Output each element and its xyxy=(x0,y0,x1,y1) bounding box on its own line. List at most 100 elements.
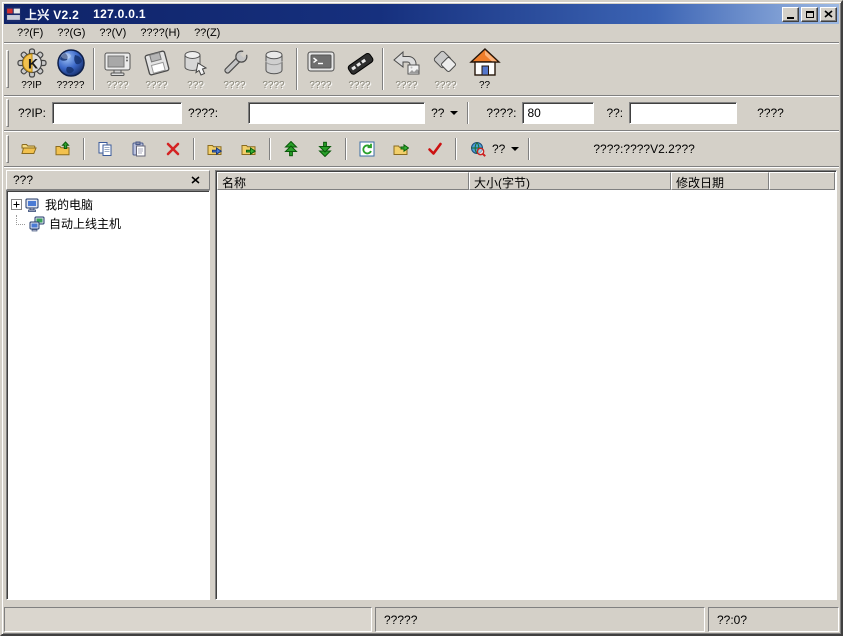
online-hosts-icon xyxy=(29,216,45,231)
file-toolbar: ?? ????:????V2.2??? xyxy=(4,131,839,167)
toolbar-label: ??IP xyxy=(21,80,42,91)
send-to-folder-button[interactable] xyxy=(202,137,228,161)
confirm-check-icon xyxy=(428,142,442,155)
terminal-button[interactable]: ???? xyxy=(301,46,340,92)
toolbar-grip[interactable] xyxy=(6,99,9,127)
sidebar-title: ??? xyxy=(13,173,34,187)
toolbar-separator xyxy=(467,102,470,124)
file-list-panel: 名称 大小(字节) 修改日期 xyxy=(215,170,837,600)
home-button[interactable]: ?? xyxy=(465,46,504,92)
menu-help[interactable]: ????(H) xyxy=(133,25,187,41)
my-computer-icon xyxy=(25,198,39,212)
password-input[interactable] xyxy=(629,102,738,124)
toolbar-label: ???? xyxy=(106,80,129,91)
download-button[interactable] xyxy=(312,137,338,161)
folder-go-icon xyxy=(241,144,257,155)
toolbar-label: ??? xyxy=(187,80,204,91)
progress-panel xyxy=(4,607,372,632)
home-icon xyxy=(468,48,501,76)
storage-arrow-icon xyxy=(184,51,207,76)
delete-button[interactable] xyxy=(160,137,186,161)
settings-button[interactable]: ???? xyxy=(215,46,254,92)
open-folder-button[interactable] xyxy=(16,137,42,161)
app-icon xyxy=(6,6,21,22)
folder-export-icon xyxy=(393,143,409,155)
menu-file[interactable]: ??(F) xyxy=(10,25,50,41)
paste-icon xyxy=(132,141,146,156)
connect-dropdown-button[interactable]: ?? xyxy=(425,104,464,122)
column-header-filler[interactable] xyxy=(769,172,835,190)
refresh-button[interactable] xyxy=(354,137,380,161)
toolbar-grip[interactable] xyxy=(6,49,9,89)
menu-about[interactable]: ??(Z) xyxy=(187,25,227,41)
upload-arrows-icon xyxy=(284,140,298,156)
menu-tools[interactable]: ??(G) xyxy=(50,25,92,41)
scan-hosts-button[interactable]: ????? xyxy=(51,46,90,92)
upload-button[interactable] xyxy=(278,137,304,161)
toolbar-separator xyxy=(528,137,531,160)
address-bar: ??IP: ????: ?? ????: ??: ???? xyxy=(4,96,839,131)
minimize-icon xyxy=(787,16,794,19)
diamonds-icon xyxy=(433,50,456,72)
sidebar-header: ??? xyxy=(6,170,210,190)
window-title-host: 127.0.0.1 xyxy=(93,7,146,21)
column-header-size[interactable]: 大小(字节) xyxy=(469,172,671,190)
chevron-down-icon xyxy=(511,146,520,151)
database-button[interactable]: ???? xyxy=(254,46,293,92)
title-bar[interactable]: 上兴 V2.2 127.0.0.1 xyxy=(4,4,839,24)
copy-button[interactable] xyxy=(92,137,118,161)
menu-view[interactable]: ??(V) xyxy=(92,25,133,41)
tree-item-online-hosts[interactable]: 自动上线主机 xyxy=(9,214,207,233)
paste-button[interactable] xyxy=(126,137,152,161)
confirm-button[interactable] xyxy=(422,137,448,161)
expand-plus-icon[interactable] xyxy=(11,199,22,210)
status-bar: ????? ??:0? xyxy=(4,604,839,632)
delete-icon xyxy=(166,142,180,155)
toolbar-separator xyxy=(345,137,347,160)
sidebar-close-button[interactable] xyxy=(187,173,203,187)
export-folder-button[interactable] xyxy=(388,137,414,161)
port-label: ????: xyxy=(486,106,517,120)
database-icon xyxy=(265,50,282,75)
toolbar-label: ???? xyxy=(434,80,457,91)
close-icon xyxy=(824,10,833,18)
file-manager-button[interactable]: ???? xyxy=(137,46,176,92)
web-search-dropdown-button[interactable]: ?? xyxy=(464,139,525,159)
connect-ip-button[interactable]: K ??IP xyxy=(12,46,51,92)
tree-item-label: 我的电脑 xyxy=(45,198,94,212)
remote-path-input[interactable] xyxy=(248,102,426,124)
storage-button[interactable]: ??? xyxy=(176,46,215,92)
terminal-icon xyxy=(307,51,334,72)
toolbar-label: ???? xyxy=(262,80,285,91)
column-header-name[interactable]: 名称 xyxy=(217,172,469,190)
close-button[interactable] xyxy=(820,6,837,22)
folder-send-icon xyxy=(207,144,223,155)
screen-view-button[interactable]: ???? xyxy=(98,46,137,92)
floppy-icon xyxy=(144,50,169,76)
port-input[interactable] xyxy=(522,102,595,124)
goto-button[interactable]: ???? xyxy=(757,106,784,120)
settings-gear-icon: K xyxy=(16,48,47,78)
host-ip-input[interactable] xyxy=(52,102,183,124)
upload-file-button[interactable] xyxy=(50,137,76,161)
file-list-body[interactable] xyxy=(217,190,835,598)
download-arrows-icon xyxy=(318,141,332,157)
tree-item-my-computer[interactable]: 我的电脑 xyxy=(9,195,207,214)
keylogger-button[interactable]: ???? xyxy=(340,46,379,92)
connect-button-label: ?? xyxy=(431,106,445,120)
column-header-date[interactable]: 修改日期 xyxy=(671,172,769,190)
maximize-button[interactable] xyxy=(801,6,818,22)
undo-photo-icon xyxy=(392,50,419,75)
app-window: 上兴 V2.2 127.0.0.1 ??(F) ??(G) ??(V) ????… xyxy=(0,0,843,636)
minimize-button[interactable] xyxy=(782,6,799,22)
sidebar-panel: ??? 我的电脑 自动上线主机 xyxy=(6,170,210,600)
move-to-folder-button[interactable] xyxy=(236,137,262,161)
host-ip-label: ??IP: xyxy=(18,106,47,120)
search-button-label: ?? xyxy=(492,141,506,156)
close-icon xyxy=(191,176,199,184)
plugins-button[interactable]: ???? xyxy=(426,46,465,92)
screenshot-back-button[interactable]: ???? xyxy=(387,46,426,92)
web-search-icon xyxy=(471,141,486,157)
folder-upload-icon xyxy=(55,140,70,155)
toolbar-grip[interactable] xyxy=(6,134,9,163)
